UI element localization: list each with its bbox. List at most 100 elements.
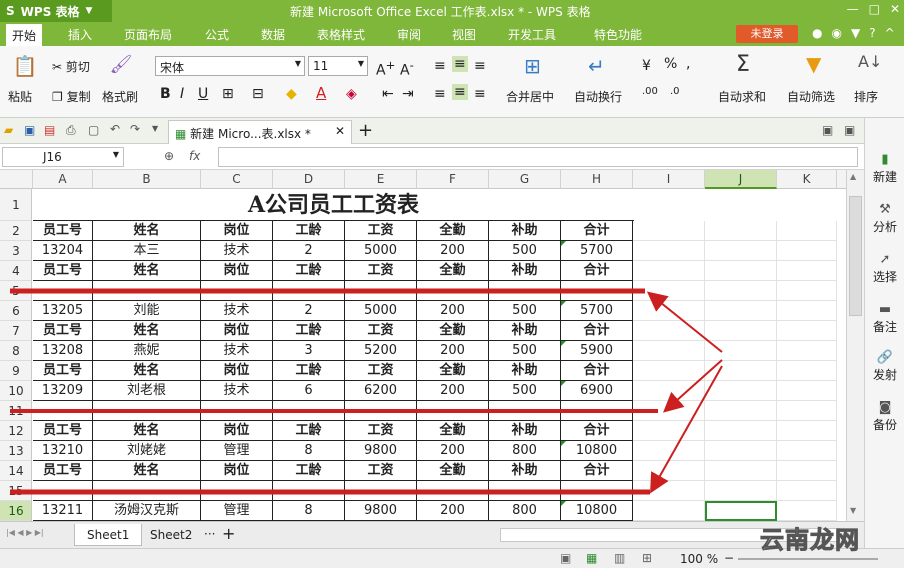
- header-cell[interactable]: 补助: [489, 421, 561, 441]
- italic-icon[interactable]: I: [180, 86, 184, 102]
- header-cell[interactable]: 补助: [489, 461, 561, 481]
- data-cell[interactable]: 800: [489, 441, 561, 461]
- row-header-5[interactable]: 5: [0, 281, 31, 301]
- row-header-2[interactable]: 2: [0, 221, 31, 241]
- skin-icon[interactable]: ●: [812, 26, 822, 40]
- empty-cell[interactable]: [705, 401, 777, 421]
- thousands-icon[interactable]: ,: [686, 56, 690, 72]
- empty-cell[interactable]: [705, 501, 777, 521]
- header-cell[interactable]: 工资: [345, 361, 417, 381]
- select-all-corner[interactable]: [0, 170, 33, 189]
- page-break-view-icon[interactable]: ▥: [614, 551, 625, 565]
- data-cell[interactable]: 200: [417, 501, 489, 521]
- row-header-10[interactable]: 10: [0, 381, 31, 401]
- header-cell[interactable]: 全勤: [417, 421, 489, 441]
- header-cell[interactable]: 工龄: [273, 361, 345, 381]
- data-cell[interactable]: 汤姆汉克斯: [93, 501, 201, 521]
- clear-format-icon[interactable]: ◈: [346, 86, 357, 102]
- data-cell[interactable]: [417, 481, 489, 501]
- align-middle-icon[interactable]: ≡: [452, 56, 468, 72]
- format-painter-button[interactable]: 格式刷: [102, 88, 138, 105]
- row-header-6[interactable]: 6: [0, 301, 31, 321]
- empty-cell[interactable]: [633, 501, 705, 521]
- paste-button[interactable]: 📋: [10, 54, 40, 78]
- empty-cell[interactable]: [777, 481, 837, 501]
- data-cell[interactable]: 500: [489, 381, 561, 401]
- side-backup-button[interactable]: ◙ 备份: [865, 400, 904, 433]
- data-cell[interactable]: 5000: [345, 301, 417, 321]
- data-cell[interactable]: 燕妮: [93, 341, 201, 361]
- data-cell[interactable]: [489, 281, 561, 301]
- empty-cell[interactable]: [633, 321, 705, 341]
- data-cell[interactable]: 6900: [561, 381, 633, 401]
- close-icon[interactable]: ✕: [890, 2, 900, 16]
- empty-cell[interactable]: [777, 421, 837, 441]
- data-cell[interactable]: 13204: [33, 241, 93, 261]
- empty-cell[interactable]: [777, 381, 837, 401]
- help-circle-icon[interactable]: ◉: [831, 26, 841, 40]
- header-cell[interactable]: 全勤: [417, 261, 489, 281]
- header-cell[interactable]: 岗位: [201, 221, 273, 241]
- vertical-scrollbar[interactable]: ▲ ▼: [846, 170, 864, 521]
- header-cell[interactable]: 合计: [561, 221, 633, 241]
- cell-style-icon[interactable]: ⊟: [252, 86, 264, 102]
- row-header-14[interactable]: 14: [0, 461, 31, 481]
- header-cell[interactable]: 全勤: [417, 321, 489, 341]
- maximize-icon[interactable]: □: [869, 2, 880, 16]
- side-note-button[interactable]: ▬ 备注: [865, 302, 904, 335]
- empty-cell[interactable]: [705, 481, 777, 501]
- data-cell[interactable]: 13205: [33, 301, 93, 321]
- align-right-icon[interactable]: ≡: [474, 86, 486, 102]
- header-cell[interactable]: 工资: [345, 421, 417, 441]
- header-cell[interactable]: 全勤: [417, 461, 489, 481]
- column-header-e[interactable]: E: [345, 170, 417, 189]
- header-cell[interactable]: 员工号: [33, 261, 93, 281]
- export-pdf-icon[interactable]: ▤: [44, 123, 55, 137]
- print-icon[interactable]: ⎙: [66, 123, 76, 138]
- data-cell[interactable]: 5900: [561, 341, 633, 361]
- tab-table-style[interactable]: 表格样式: [317, 26, 365, 43]
- column-header-g[interactable]: G: [489, 170, 561, 189]
- empty-cell[interactable]: [777, 401, 837, 421]
- data-cell[interactable]: 技术: [201, 341, 273, 361]
- zoom-slider[interactable]: [738, 558, 878, 560]
- header-cell[interactable]: 合计: [561, 421, 633, 441]
- empty-cell[interactable]: [633, 301, 705, 321]
- save-icon[interactable]: ▣: [24, 123, 35, 137]
- tab-start[interactable]: 开始: [6, 24, 43, 46]
- row-header-4[interactable]: 4: [0, 261, 31, 281]
- data-cell[interactable]: 200: [417, 441, 489, 461]
- empty-cell[interactable]: [633, 221, 705, 241]
- data-cell[interactable]: 200: [417, 341, 489, 361]
- empty-cell[interactable]: [777, 501, 837, 521]
- header-cell[interactable]: 岗位: [201, 421, 273, 441]
- data-cell[interactable]: 200: [417, 241, 489, 261]
- tab-insert[interactable]: 插入: [68, 26, 92, 43]
- empty-cell[interactable]: [633, 341, 705, 361]
- data-cell[interactable]: [33, 281, 93, 301]
- data-cell[interactable]: 200: [417, 301, 489, 321]
- empty-cell[interactable]: [633, 441, 705, 461]
- empty-cell[interactable]: [633, 281, 705, 301]
- column-header-a[interactable]: A: [33, 170, 93, 189]
- header-cell[interactable]: 工龄: [273, 421, 345, 441]
- data-cell[interactable]: [561, 281, 633, 301]
- data-cell[interactable]: 本三: [93, 241, 201, 261]
- header-cell[interactable]: 合计: [561, 321, 633, 341]
- scroll-up-icon[interactable]: ▲: [850, 172, 856, 181]
- header-cell[interactable]: 工龄: [273, 261, 345, 281]
- sheet-tab-1[interactable]: Sheet1: [74, 524, 143, 546]
- data-cell[interactable]: [201, 401, 273, 421]
- header-cell[interactable]: 合计: [561, 361, 633, 381]
- tab-review[interactable]: 审阅: [397, 26, 421, 43]
- worksheet[interactable]: 员工号 姓名 岗位 工龄 工资 全勤 补助 合计 13204 本三 技术 2 5000 200 500 570…: [33, 189, 846, 521]
- chevron-down-icon[interactable]: ▼: [152, 124, 158, 133]
- data-cell[interactable]: [273, 401, 345, 421]
- tab-view[interactable]: 视图: [452, 26, 476, 43]
- empty-cell[interactable]: [705, 341, 777, 361]
- empty-cell[interactable]: [633, 361, 705, 381]
- data-cell[interactable]: [417, 281, 489, 301]
- sheet-title[interactable]: A公司员工工资表: [33, 189, 634, 221]
- align-top-icon[interactable]: ≡: [434, 58, 446, 74]
- data-cell[interactable]: 200: [417, 381, 489, 401]
